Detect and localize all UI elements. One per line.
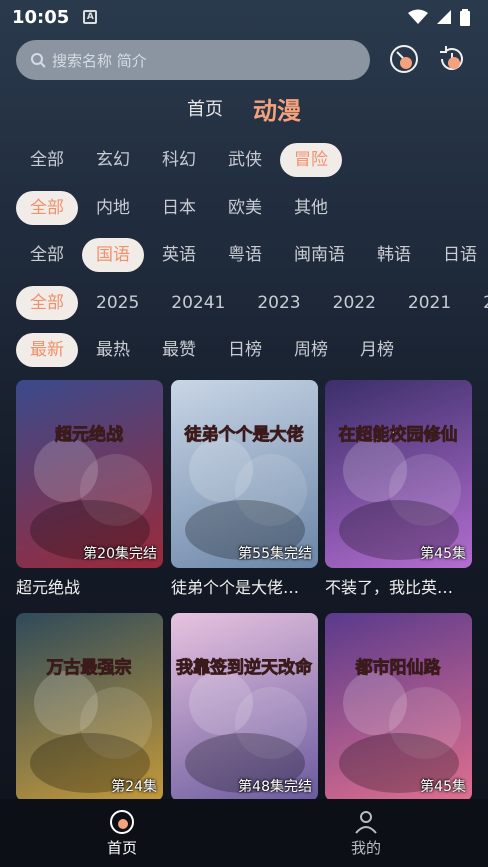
- filter-chip-region[interactable]: 全部: [16, 191, 78, 225]
- cover-art: 徒弟个个是大佬: [183, 424, 307, 560]
- cover-image[interactable]: 徒弟个个是大佬第55集完结: [171, 380, 318, 568]
- episode-badge: 第45集: [420, 546, 466, 562]
- anime-card[interactable]: 都市阳仙路第45集: [325, 613, 472, 801]
- status-bar: 10:05 A: [0, 0, 488, 34]
- card-title: 超元绝战: [16, 578, 81, 597]
- filter-chip-sort[interactable]: 月榜: [346, 333, 408, 367]
- cover-image[interactable]: 在超能校园修仙第45集: [325, 380, 472, 568]
- filter-chip-sort[interactable]: 最赞: [148, 333, 210, 367]
- nav-home[interactable]: 首页: [0, 799, 244, 867]
- episode-badge: 第55集完结: [238, 546, 312, 562]
- status-time: 10:05: [12, 6, 70, 28]
- profile-icon: [355, 810, 377, 834]
- cover-art: 在超能校园修仙: [338, 424, 461, 560]
- signal-icon: [437, 10, 451, 24]
- episode-badge: 第48集完结: [238, 779, 312, 795]
- filter-chip-year[interactable]: 2020: [469, 286, 488, 320]
- episode-badge: 第24集: [111, 779, 157, 795]
- filter-chip-year[interactable]: 2022: [319, 286, 390, 320]
- history-icon[interactable]: [436, 43, 468, 75]
- filter-row-genre: 全部 玄幻 科幻 武侠 冒险: [16, 143, 488, 177]
- svg-text:徒弟个个是大佬: 徒弟个个是大佬: [184, 424, 304, 445]
- cover-art: 万古最强宗: [30, 657, 152, 793]
- svg-text:都市阳仙路: 都市阳仙路: [355, 657, 442, 678]
- anime-card[interactable]: 超元绝战 第20集完结 超元绝战: [16, 380, 163, 598]
- filter-chip-region[interactable]: 内地: [82, 191, 144, 225]
- cover-art: 我靠签到逆天改命: [176, 657, 313, 793]
- filter-chip-genre[interactable]: 科幻: [148, 143, 210, 177]
- tab-anime[interactable]: 动漫: [253, 91, 301, 126]
- cover-art: 超元绝战: [30, 424, 152, 560]
- filter-row-year: 全部2025202412023202220212020: [16, 286, 488, 320]
- anime-card[interactable]: 万古最强宗第24集: [16, 613, 163, 801]
- watch-history-icon[interactable]: [388, 43, 420, 75]
- cover-image[interactable]: 万古最强宗第24集: [16, 613, 163, 801]
- filter-chip-region[interactable]: 日本: [148, 191, 210, 225]
- nav-mine[interactable]: 我的: [244, 799, 488, 867]
- filter-chip-genre[interactable]: 玄幻: [82, 143, 144, 177]
- filter-chip-language[interactable]: 粤语: [214, 238, 276, 272]
- card-title: 不装了，我比英…: [325, 578, 454, 597]
- filter-chip-genre[interactable]: 武侠: [214, 143, 276, 177]
- filter-chip-year[interactable]: 20241: [157, 286, 239, 320]
- nav-mine-label: 我的: [350, 838, 381, 857]
- filter-chip-year[interactable]: 2023: [243, 286, 314, 320]
- home-icon: [110, 809, 134, 834]
- svg-text:在超能校园修仙: 在超能校园修仙: [339, 424, 458, 445]
- episode-badge: 第45集: [420, 779, 466, 795]
- notification-icon: A: [83, 10, 98, 24]
- filter-chip-year[interactable]: 2025: [82, 286, 153, 320]
- search-input[interactable]: 搜索名称 简介: [16, 40, 370, 80]
- cover-art: 都市阳仙路: [339, 657, 461, 793]
- filter-chip-region[interactable]: 欧美: [214, 191, 276, 225]
- tab-home[interactable]: 首页: [187, 95, 223, 121]
- anime-card[interactable]: 在超能校园修仙第45集不装了，我比英…: [325, 380, 472, 598]
- filter-row-sort: 最新 最热 最赞 日榜 周榜 月榜: [16, 333, 488, 367]
- cover-image[interactable]: 超元绝战第20集完结: [16, 380, 163, 568]
- filter-row-language: 全部 国语 英语 粤语 闽南语 韩语 日语: [16, 238, 488, 272]
- filter-chip-sort[interactable]: 周榜: [280, 333, 342, 367]
- nav-home-label: 首页: [106, 838, 137, 857]
- filter-chip-sort[interactable]: 日榜: [214, 333, 276, 367]
- filter-chip-genre[interactable]: 冒险: [280, 143, 342, 177]
- search-placeholder: 搜索名称 简介: [52, 51, 147, 70]
- svg-text:万古最强宗: 万古最强宗: [46, 657, 132, 678]
- anime-card[interactable]: 我靠签到逆天改命第48集完结: [171, 613, 318, 801]
- filter-chip-year[interactable]: 全部: [16, 286, 78, 320]
- filter-chip-year[interactable]: 2021: [394, 286, 465, 320]
- search-icon: [31, 53, 46, 68]
- cover-image[interactable]: 我靠签到逆天改命第48集完结: [171, 613, 318, 801]
- filter-chip-sort[interactable]: 最新: [16, 333, 78, 367]
- wifi-icon: [408, 9, 428, 24]
- battery-icon: [460, 8, 470, 26]
- filter-row-region: 全部 内地 日本 欧美 其他: [16, 191, 488, 225]
- filter-chip-language[interactable]: 韩语: [363, 238, 425, 272]
- filter-chip-language[interactable]: 英语: [148, 238, 210, 272]
- filter-chip-language[interactable]: 日语: [429, 238, 488, 272]
- svg-text:超元绝战: 超元绝战: [55, 424, 123, 445]
- filter-chip-language[interactable]: 全部: [16, 238, 78, 272]
- svg-text:我靠签到逆天改命: 我靠签到逆天改命: [176, 657, 313, 678]
- filter-chip-region[interactable]: 其他: [280, 191, 342, 225]
- anime-card[interactable]: 徒弟个个是大佬第55集完结徒弟个个是大佬…: [171, 380, 318, 598]
- cover-image[interactable]: 都市阳仙路第45集: [325, 613, 472, 801]
- filter-chip-language[interactable]: 闽南语: [280, 238, 359, 272]
- bottom-nav: 首页 我的: [0, 799, 488, 867]
- card-title: 徒弟个个是大佬…: [171, 578, 300, 597]
- filter-chip-genre[interactable]: 全部: [16, 143, 78, 177]
- episode-badge: 第20集完结: [83, 546, 157, 562]
- main-tabs: 首页 动漫: [0, 90, 488, 126]
- filter-chip-sort[interactable]: 最热: [82, 333, 144, 367]
- filter-chip-language[interactable]: 国语: [82, 238, 144, 272]
